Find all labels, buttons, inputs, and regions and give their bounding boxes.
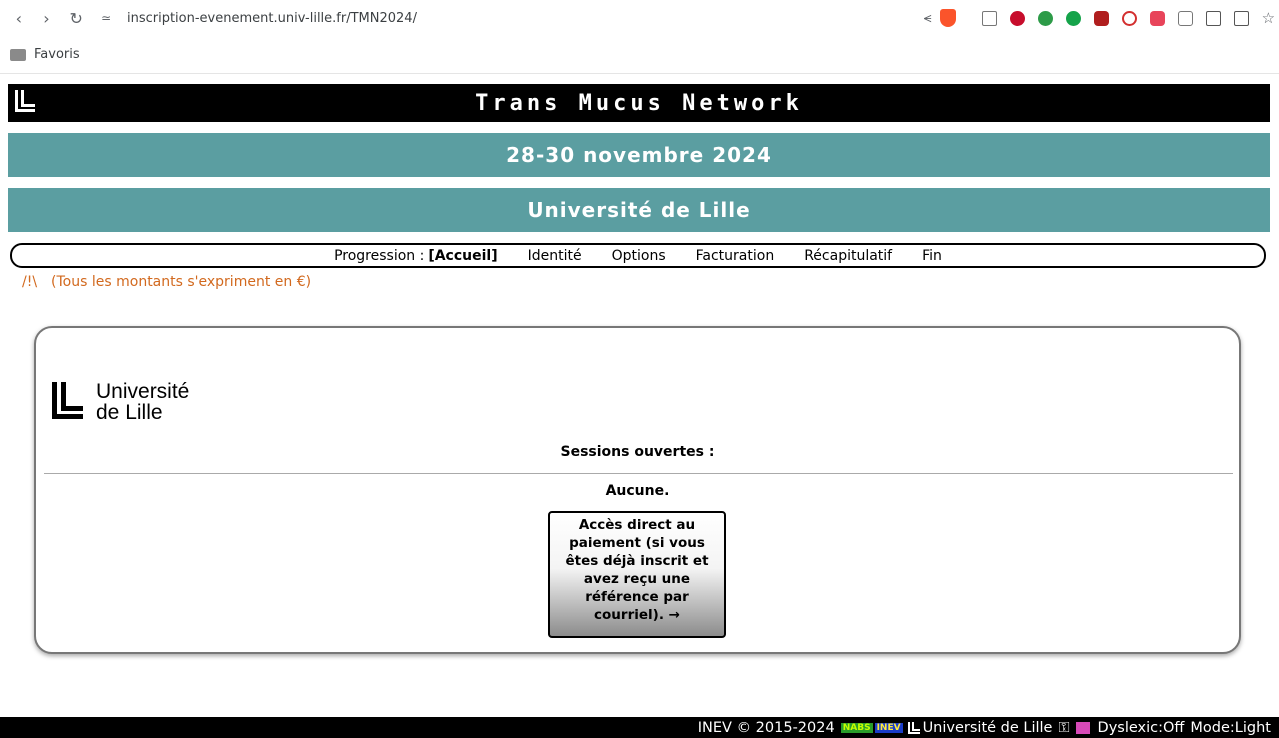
address-bar[interactable]: ≃ inscription-evenement.univ-lille.fr/TM… xyxy=(101,5,924,31)
bookmark-star-icon[interactable]: ☆ xyxy=(1262,9,1275,27)
progress-step-facturation: Facturation xyxy=(695,247,775,264)
progress-step-identite: Identité xyxy=(527,247,582,264)
divider xyxy=(44,473,1233,474)
progress-bar: Progression : [Accueil] Identité Options… xyxy=(10,243,1266,268)
inev-badge[interactable]: INEV xyxy=(874,722,903,733)
page-title: Trans Mucus Network xyxy=(475,90,803,116)
mode-toggle[interactable]: Mode:Light xyxy=(1190,720,1271,736)
no-sessions-text: Aucune. xyxy=(605,483,670,499)
progress-step-options: Options xyxy=(611,247,666,264)
title-banner: Trans Mucus Network xyxy=(8,84,1270,122)
blocker-icon[interactable] xyxy=(1121,10,1137,26)
browser-toolbar: ‹ › ↻ ≃ inscription-evenement.univ-lille… xyxy=(0,0,1279,36)
login-key-icon[interactable]: ⚿ xyxy=(1058,720,1069,736)
progress-step-accueil: [Accueil] xyxy=(428,247,498,264)
back-arrow-icon[interactable]: ‹ xyxy=(8,7,30,29)
pocket-icon[interactable] xyxy=(1149,10,1165,26)
ublock-icon[interactable] xyxy=(1093,10,1109,26)
sessions-card: Université de Lille Sessions ouvertes : … xyxy=(34,326,1241,654)
event-venue: Université de Lille xyxy=(8,188,1270,232)
footer-university[interactable]: Université de Lille xyxy=(923,720,1053,736)
mail-icon[interactable] xyxy=(1075,721,1090,734)
sidebar-icon[interactable] xyxy=(1205,10,1221,26)
ul-logo-icon xyxy=(52,382,83,419)
extensions-puzzle-icon[interactable] xyxy=(1177,10,1193,26)
progress-step-recapitulatif: Récapitulatif xyxy=(804,247,893,264)
bookmark-folder-favoris[interactable]: Favoris xyxy=(34,47,80,62)
footer: INEV © 2015-2024 NABS INEV Université de… xyxy=(0,717,1279,738)
sessions-heading: Sessions ouvertes : xyxy=(560,444,715,460)
dyslexic-toggle[interactable]: Dyslexic:Off xyxy=(1098,720,1185,736)
forward-arrow-icon[interactable]: › xyxy=(36,7,58,29)
logo-text-line2: de Lille xyxy=(96,401,163,424)
ul-footer-logo-icon xyxy=(907,721,920,734)
bookmarks-bar: Favoris xyxy=(0,36,1279,74)
folder-icon xyxy=(10,48,26,61)
site-info-icon[interactable]: ≃ xyxy=(101,11,119,25)
grammarly-icon[interactable] xyxy=(1065,10,1081,26)
warning-icon: /!\ xyxy=(22,274,38,290)
url-text: inscription-evenement.univ-lille.fr/TMN2… xyxy=(126,10,417,26)
progress-step-fin: Fin xyxy=(922,247,942,264)
direct-payment-button[interactable]: Accès direct au paiement (si vous êtes d… xyxy=(548,511,726,638)
university-logo: Université de Lille xyxy=(48,378,189,428)
adblock-plus-icon[interactable] xyxy=(1009,10,1025,26)
currency-notice-text: (Tous les montants s'expriment en €) xyxy=(51,274,312,290)
currency-notice: /!\ (Tous les montants s'expriment en €) xyxy=(22,274,311,290)
nabs-badge[interactable]: NABS xyxy=(840,722,873,733)
extension-green-icon[interactable] xyxy=(1037,10,1053,26)
university-logo-icon xyxy=(15,90,35,112)
reload-icon[interactable]: ↻ xyxy=(65,7,87,29)
progress-label: Progression : xyxy=(334,247,425,264)
footer-copyright: INEV © 2015-2024 xyxy=(697,719,835,736)
brave-shield-icon[interactable] xyxy=(939,9,956,27)
share-icon[interactable]: ⪪ xyxy=(924,10,932,26)
document-icon[interactable] xyxy=(981,10,997,26)
event-dates: 28-30 novembre 2024 xyxy=(8,133,1270,177)
wallet-icon[interactable] xyxy=(1233,10,1249,26)
logo-text-line1: Université xyxy=(96,380,190,403)
